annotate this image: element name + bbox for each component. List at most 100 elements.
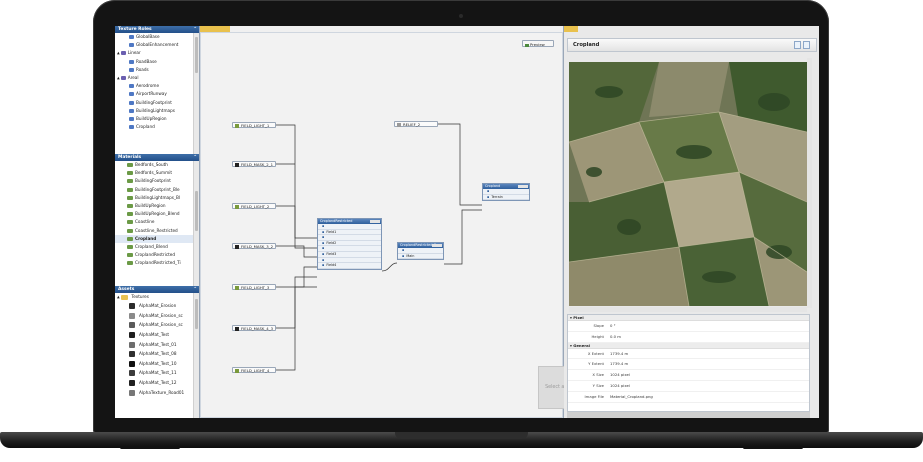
input-field-light-1[interactable]: FIELD_LIGHT_1 — [232, 122, 276, 128]
collapse-icon[interactable]: ⌃ — [193, 26, 197, 33]
texture-icon — [235, 205, 239, 209]
input-relief-2[interactable]: RELIEF_2 — [394, 121, 438, 127]
material-row[interactable]: Cropland_Blend — [115, 243, 199, 251]
asset-row[interactable]: AlphaMat_Erosion — [115, 301, 199, 311]
input-label: FIELD_LIGHT_1 — [241, 123, 270, 128]
assets-header[interactable]: Assets ⌃ — [115, 286, 199, 293]
material-row[interactable]: BuildUpRegion — [115, 202, 199, 210]
texture-role-row[interactable]: GlobalEnhancement — [115, 41, 199, 49]
port-icon[interactable]: ▪ — [322, 258, 324, 262]
material-row[interactable]: BuildingLightmaps_Bl — [115, 194, 199, 202]
asset-row[interactable]: AlphaMat_Erosion_sc — [115, 311, 199, 321]
texture-roles-header[interactable]: Texture Roles ⌃ — [115, 26, 199, 33]
input-field-mask-4-3[interactable]: FIELD_MASK_4_3 — [232, 325, 276, 331]
material-row[interactable]: BuildUpRegion_Blend — [115, 210, 199, 218]
texture-role-row[interactable]: ▲ Areal — [115, 74, 199, 82]
texture-roles-scrollbar[interactable] — [193, 33, 199, 154]
asset-row[interactable]: AlphaMat_Test — [115, 330, 199, 340]
collapse-icon[interactable]: ⌃ — [193, 154, 197, 161]
material-row[interactable]: CroplandRestricted — [115, 251, 199, 259]
port-icon[interactable]: ▪ — [322, 230, 324, 234]
expand-arrow-icon[interactable]: ▲ — [117, 295, 120, 299]
texture-thumbnail-icon — [129, 370, 135, 377]
material-row[interactable]: Bedfords_South — [115, 161, 199, 169]
node-port-row[interactable]: ▪ Main — [398, 254, 443, 260]
input-field-mask-3-2[interactable]: FIELD_MASK_3_2 — [232, 243, 276, 249]
materials-header[interactable]: Materials ⌃ — [115, 154, 199, 161]
port-label: Field2 — [326, 240, 337, 245]
node-port-row[interactable]: ▪ Field4 — [318, 263, 381, 269]
port-icon[interactable]: ▪ — [322, 235, 324, 239]
laptop-foot — [120, 446, 180, 449]
texture-role-row[interactable]: AirportRunway — [115, 90, 199, 98]
asset-row[interactable]: AlphaMat_Test_08 — [115, 349, 199, 359]
node-port-row[interactable]: ▪ Terrain — [483, 195, 529, 201]
texture-role-row[interactable]: BuildingLightmaps — [115, 107, 199, 115]
input-field-light-4[interactable]: FIELD_LIGHT_4 — [232, 367, 276, 373]
material-row[interactable]: Bedfords_Summit — [115, 169, 199, 177]
texture-role-row[interactable]: Aerodrome — [115, 82, 199, 90]
image-vertical-scrollbar[interactable] — [807, 58, 812, 308]
preview-button[interactable]: Preview — [522, 40, 554, 47]
port-label: Terrain — [491, 194, 503, 199]
asset-row[interactable]: AlphaMat_Test_01 — [115, 340, 199, 350]
texture-role-row[interactable]: Cropland — [115, 123, 199, 131]
port-icon[interactable]: ▪ — [402, 248, 404, 252]
app-screen: Texture Roles ⌃ GlobalBase GlobalEnhancem… — [115, 26, 819, 418]
node-controls[interactable] — [432, 244, 442, 247]
node-controls[interactable] — [518, 185, 528, 188]
expand-arrow-icon[interactable]: ▲ — [117, 76, 120, 80]
input-field-mask-2-1[interactable]: FIELD_MASK_2_1 — [232, 161, 276, 167]
port-icon[interactable]: ▪ — [402, 254, 404, 258]
input-field-light-2[interactable]: FIELD_LIGHT_2 — [232, 203, 276, 209]
refresh-icon[interactable] — [803, 41, 810, 49]
materials-scrollbar[interactable] — [193, 161, 199, 286]
material-row[interactable]: BuildingFootprint_Ble — [115, 186, 199, 194]
texture-role-icon — [129, 92, 134, 97]
asset-row[interactable]: AlphaMat_Test_12 — [115, 378, 199, 388]
texture-role-row[interactable]: BuildUpRegion — [115, 115, 199, 123]
node-cropland[interactable]: Cropland ▪ ▪ Terrain — [482, 183, 530, 202]
collapse-icon[interactable]: ⌃ — [193, 286, 197, 293]
asset-row[interactable]: AlphaMat_Erosion_sc — [115, 320, 199, 330]
expand-arrow-icon[interactable]: ▲ — [117, 51, 120, 55]
asset-row[interactable]: AlphaMat_Test_10 — [115, 359, 199, 369]
material-icon — [127, 195, 133, 200]
asset-row[interactable]: AlphaMat_Test_11 — [115, 368, 199, 378]
texture-role-row[interactable]: ▲ Linear — [115, 49, 199, 57]
material-row[interactable]: CroplandRestricted_Ti — [115, 259, 199, 267]
preview-tab[interactable] — [564, 26, 578, 32]
material-row[interactable]: Cropland — [115, 234, 199, 243]
port-icon[interactable]: ▪ — [322, 252, 324, 256]
material-row[interactable]: Coastline — [115, 218, 199, 226]
node-cropland-restricted-2[interactable]: CroplandRestricted_2 ▪ ▪ Main — [397, 242, 444, 261]
node-title: Cropland — [485, 184, 501, 188]
texture-thumbnail-icon — [129, 303, 135, 310]
port-icon[interactable]: ▪ — [322, 224, 324, 228]
node-controls[interactable] — [370, 220, 380, 223]
document-icon[interactable] — [794, 41, 801, 49]
texture-role-row[interactable]: RoadBase — [115, 58, 199, 66]
texture-role-row[interactable]: BuildingFootprint — [115, 99, 199, 107]
material-row[interactable]: Coastline_Restricted — [115, 227, 199, 235]
property-value: 0 ° — [610, 323, 616, 328]
assets-scrollbar[interactable] — [193, 293, 199, 418]
asset-row[interactable]: AlphaTexture_Road01 — [115, 388, 199, 398]
port-icon[interactable]: ▪ — [322, 263, 324, 267]
input-label: RELIEF_2 — [403, 122, 421, 127]
port-icon[interactable]: ▪ — [487, 195, 489, 199]
texture-role-row[interactable]: Roads — [115, 66, 199, 74]
texture-icon — [235, 286, 239, 290]
port-icon[interactable]: ▪ — [487, 189, 489, 193]
texture-role-label: GlobalBase — [136, 34, 160, 39]
port-icon[interactable]: ▪ — [322, 246, 324, 250]
texture-role-row[interactable]: GlobalBase — [115, 33, 199, 41]
assets-folder-row[interactable]: ▲ Textures — [115, 293, 199, 301]
port-icon[interactable]: ▪ — [322, 241, 324, 245]
node-cropland-restricted[interactable]: CroplandRestricted ▪ ▪ Field1 ▪ ▪ Field2 ▪ ▪ Fie… — [317, 218, 382, 270]
texture-preview-image[interactable] — [569, 62, 807, 306]
property-value: Material_Cropland.png — [610, 393, 653, 399]
material-row[interactable]: BuildingFootprint — [115, 177, 199, 185]
image-horizontal-scrollbar[interactable] — [569, 307, 807, 312]
input-field-light-3[interactable]: FIELD_LIGHT_3 — [232, 284, 276, 290]
